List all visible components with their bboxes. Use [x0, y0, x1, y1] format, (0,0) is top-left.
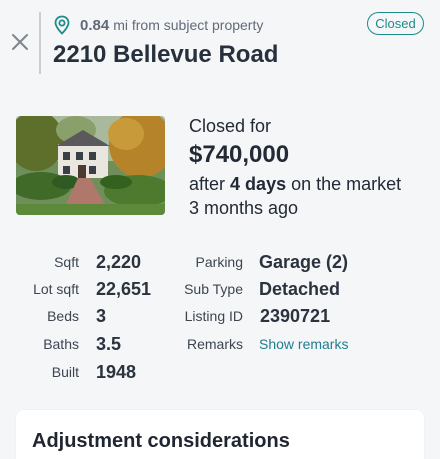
fact-value: 2390721 — [260, 305, 331, 326]
distance-text: mi from subject property — [113, 17, 264, 33]
map-pin-icon — [54, 15, 70, 35]
property-photo-image — [16, 116, 165, 215]
closed-for-label: Closed for — [189, 116, 272, 136]
fact-lot-sqft: Lot sqft 22,651 — [0, 275, 151, 303]
distance-info: 0.84 mi from subject property — [52, 14, 263, 36]
fact-value: 2,220 — [96, 251, 142, 272]
fact-listing-id: Listing ID 2390721 — [150, 302, 330, 330]
closed-ago: 3 months ago — [189, 198, 299, 218]
adjustment-considerations-title: Adjustment considerations — [32, 430, 290, 452]
fact-label: Remarks — [186, 336, 243, 352]
fact-baths: Baths 3.5 — [0, 330, 121, 358]
fact-value: 22,651 — [96, 278, 152, 299]
fact-parking: Parking Garage (2) — [150, 248, 349, 276]
show-remarks-link[interactable]: Show remarks — [259, 336, 348, 352]
fact-label: Baths — [43, 336, 79, 352]
after-text: after — [189, 174, 226, 194]
fact-remarks: Remarks Show remarks — [150, 330, 348, 358]
distance-value: 0.84 — [80, 16, 110, 34]
status-badge: Closed — [367, 12, 424, 35]
fact-value: Garage (2) — [259, 251, 349, 272]
fact-beds: Beds 3 — [0, 302, 106, 330]
header-divider — [39, 12, 41, 74]
days-value: 4 days — [230, 174, 287, 194]
fact-label: Beds — [47, 308, 79, 324]
sale-summary: Closed for $740,000 after 4 days on the … — [189, 115, 401, 219]
fact-label: Sub Type — [184, 281, 243, 297]
sale-price: $740,000 — [189, 141, 290, 168]
property-address: 2210 Bellevue Road — [53, 41, 279, 68]
fact-label: Parking — [195, 254, 243, 270]
fact-value: Detached — [259, 278, 341, 299]
market-text: on the market — [291, 174, 402, 194]
days-on-market: after 4 days on the market — [189, 173, 401, 195]
close-button[interactable] — [8, 30, 32, 54]
close-icon — [12, 34, 28, 50]
fact-sub-type: Sub Type Detached — [150, 275, 340, 303]
property-photo[interactable] — [16, 116, 165, 215]
fact-label: Built — [51, 364, 79, 380]
fact-label: Lot sqft — [33, 281, 79, 297]
fact-value: 1948 — [96, 361, 137, 382]
fact-label: Listing ID — [184, 308, 243, 324]
adjustment-considerations-card: Adjustment considerations — [16, 410, 424, 459]
fact-value: 3 — [96, 305, 107, 326]
fact-sqft: Sqft 2,220 — [0, 248, 141, 276]
fact-value: 3.5 — [96, 333, 122, 354]
fact-built: Built 1948 — [0, 358, 136, 386]
fact-label: Sqft — [54, 254, 79, 270]
